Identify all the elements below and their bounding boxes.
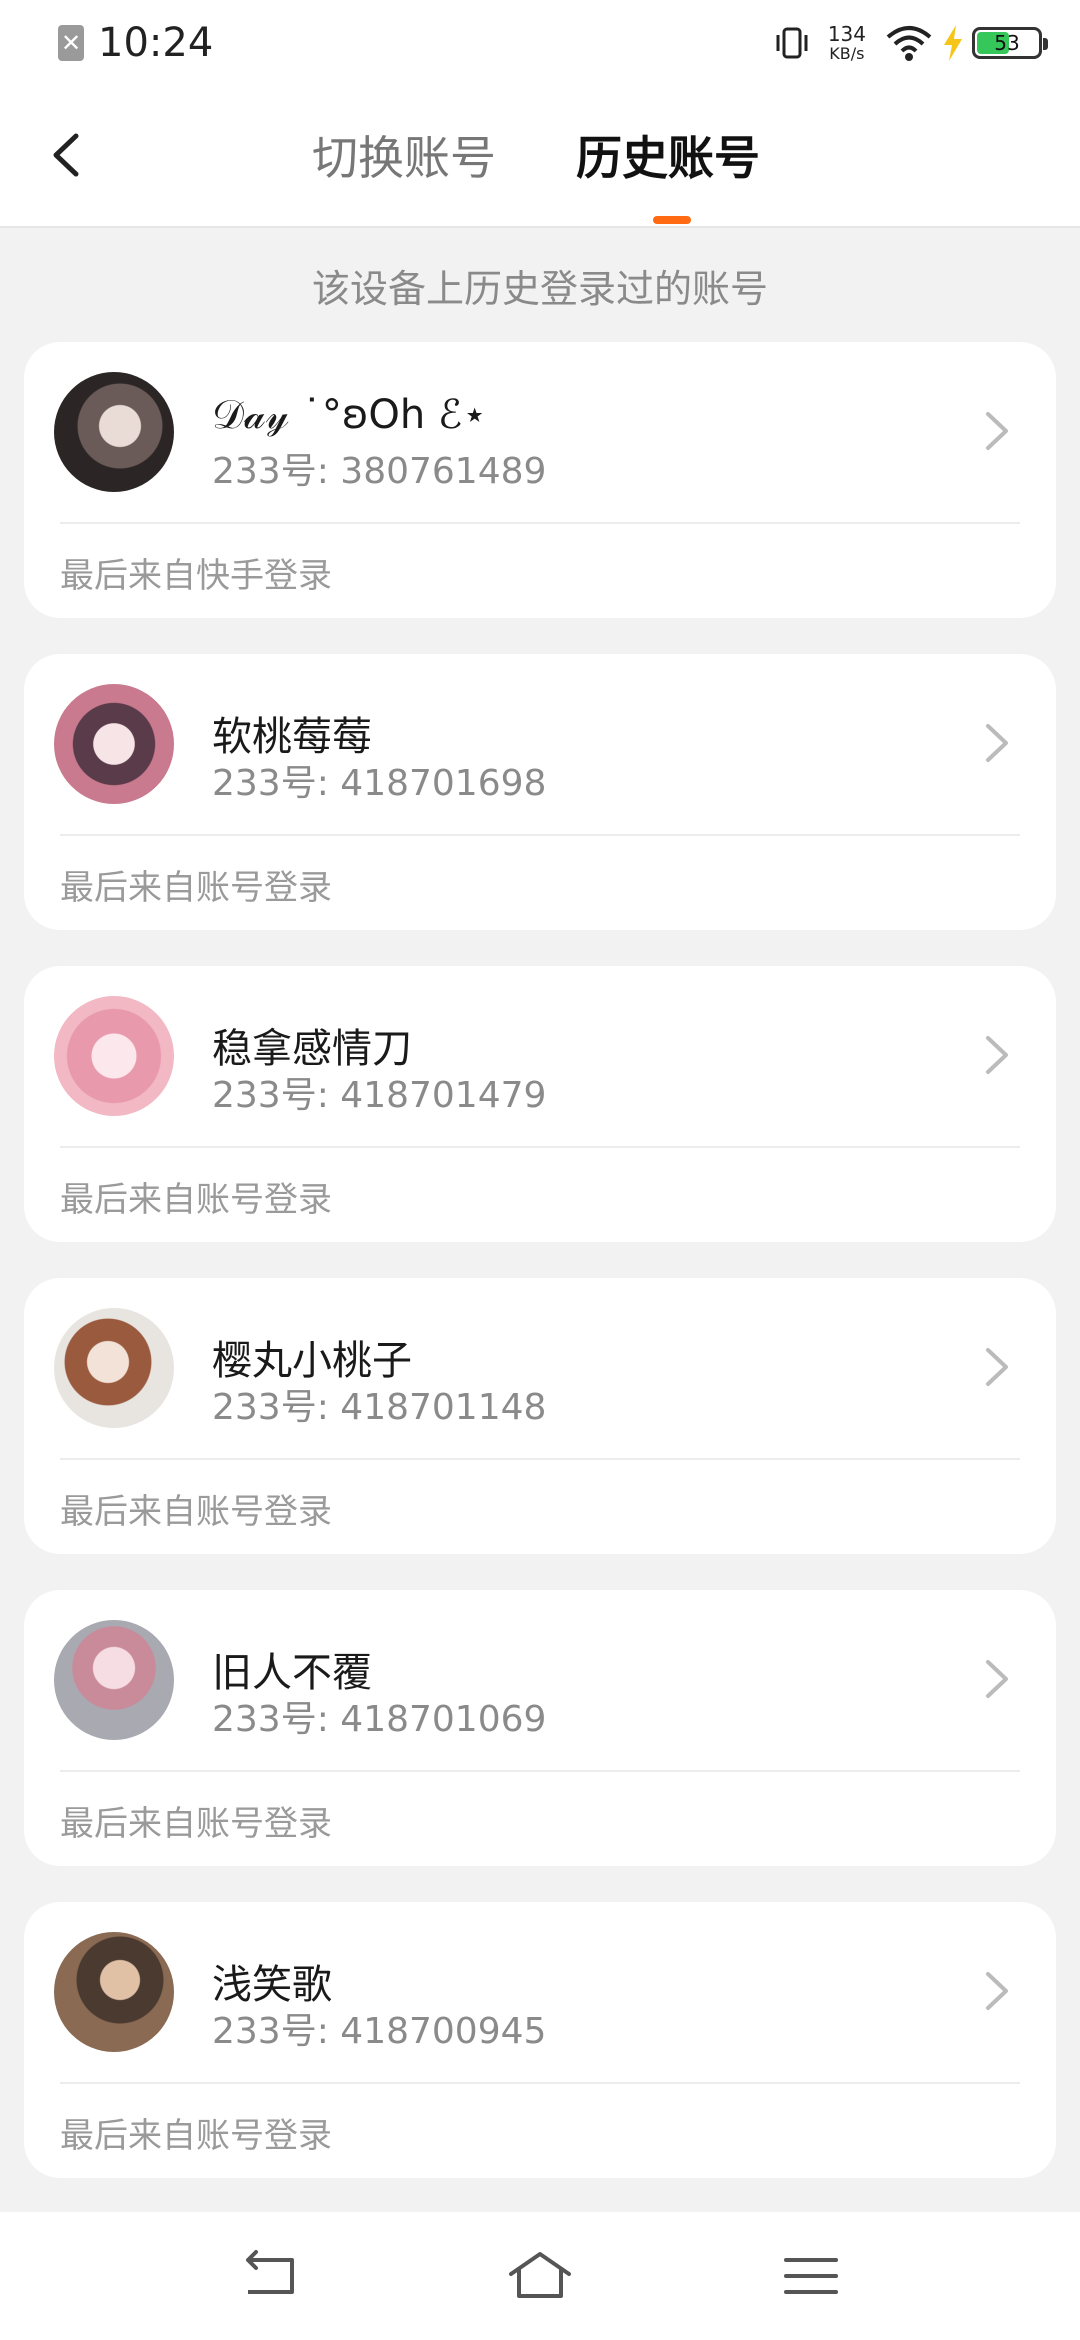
tab-history-account[interactable]: 历史账号 — [576, 128, 760, 188]
chevron-right-icon — [986, 724, 1008, 762]
header: 切换账号 历史账号 — [0, 90, 1080, 228]
login-source: 最后来自账号登录 — [60, 868, 332, 908]
account-card[interactable]: 𝒟𝒶𝓎 ˙°ʚOh ℰ⋆ 233号: 380761489 最后来自快手登录 — [24, 342, 1056, 618]
active-tab-indicator — [653, 216, 691, 224]
account-card[interactable]: 稳拿感情刀 233号: 418701479 最后来自账号登录 — [24, 966, 1056, 1242]
account-name: 𝒟𝒶𝓎 ˙°ʚOh ℰ⋆ — [212, 392, 488, 438]
divider — [60, 522, 1020, 524]
network-speed-value: 134 — [827, 22, 866, 46]
divider — [60, 1770, 1020, 1772]
avatar — [54, 1932, 174, 2052]
avatar — [54, 684, 174, 804]
login-source: 最后来自快手登录 — [60, 556, 332, 596]
login-source: 最后来自账号登录 — [60, 1804, 332, 1844]
vibrate-icon — [776, 27, 808, 59]
chevron-right-icon — [986, 1348, 1008, 1386]
battery-icon: 53 — [972, 27, 1048, 59]
sim-error-icon: ✕ — [58, 25, 84, 61]
login-source: 最后来自账号登录 — [60, 1180, 332, 1220]
account-card[interactable]: 软桃莓莓 233号: 418701698 最后来自账号登录 — [24, 654, 1056, 930]
avatar — [54, 1620, 174, 1740]
account-id: 233号: 418701698 — [212, 763, 547, 804]
home-nav-icon[interactable] — [505, 2246, 575, 2306]
divider — [60, 1458, 1020, 1460]
network-speed-unit: KB/s — [829, 44, 865, 63]
chevron-right-icon — [986, 1036, 1008, 1074]
account-id: 233号: 418701069 — [212, 1699, 547, 1740]
account-id: 233号: 380761489 — [212, 451, 547, 492]
battery-level: 53 — [994, 31, 1020, 55]
account-card[interactable]: 浅笑歌 233号: 418700945 最后来自账号登录 — [24, 1902, 1056, 2178]
chevron-right-icon — [986, 412, 1008, 450]
avatar — [54, 996, 174, 1116]
network-speed: 134 KB/s — [828, 24, 866, 62]
account-id: 233号: 418701148 — [212, 1387, 547, 1428]
divider — [60, 1146, 1020, 1148]
avatar — [54, 372, 174, 492]
charging-icon — [944, 25, 962, 61]
clock: 10:24 — [98, 20, 214, 66]
chevron-right-icon — [986, 1660, 1008, 1698]
back-button[interactable] — [40, 120, 100, 190]
system-nav-bar — [0, 2212, 1080, 2340]
account-id: 233号: 418700945 — [212, 2011, 547, 2052]
account-card[interactable]: 樱丸小桃子 233号: 418701148 最后来自账号登录 — [24, 1278, 1056, 1554]
wifi-icon — [886, 26, 932, 61]
avatar — [54, 1308, 174, 1428]
status-bar: ✕ 10:24 134 KB/s 53 — [0, 0, 1080, 90]
login-source: 最后来自账号登录 — [60, 2116, 332, 2156]
account-card[interactable]: 旧人不覆 233号: 418701069 最后来自账号登录 — [24, 1590, 1056, 1866]
divider — [60, 2082, 1020, 2084]
account-id: 233号: 418701479 — [212, 1075, 547, 1116]
section-subtitle: 该设备上历史登录过的账号 — [311, 267, 768, 311]
menu-nav-icon[interactable] — [776, 2246, 846, 2306]
chevron-right-icon — [986, 1972, 1008, 2010]
divider — [60, 834, 1020, 836]
login-source: 最后来自账号登录 — [60, 1492, 332, 1532]
tab-switch-account[interactable]: 切换账号 — [312, 128, 496, 188]
back-nav-icon[interactable] — [234, 2246, 304, 2306]
